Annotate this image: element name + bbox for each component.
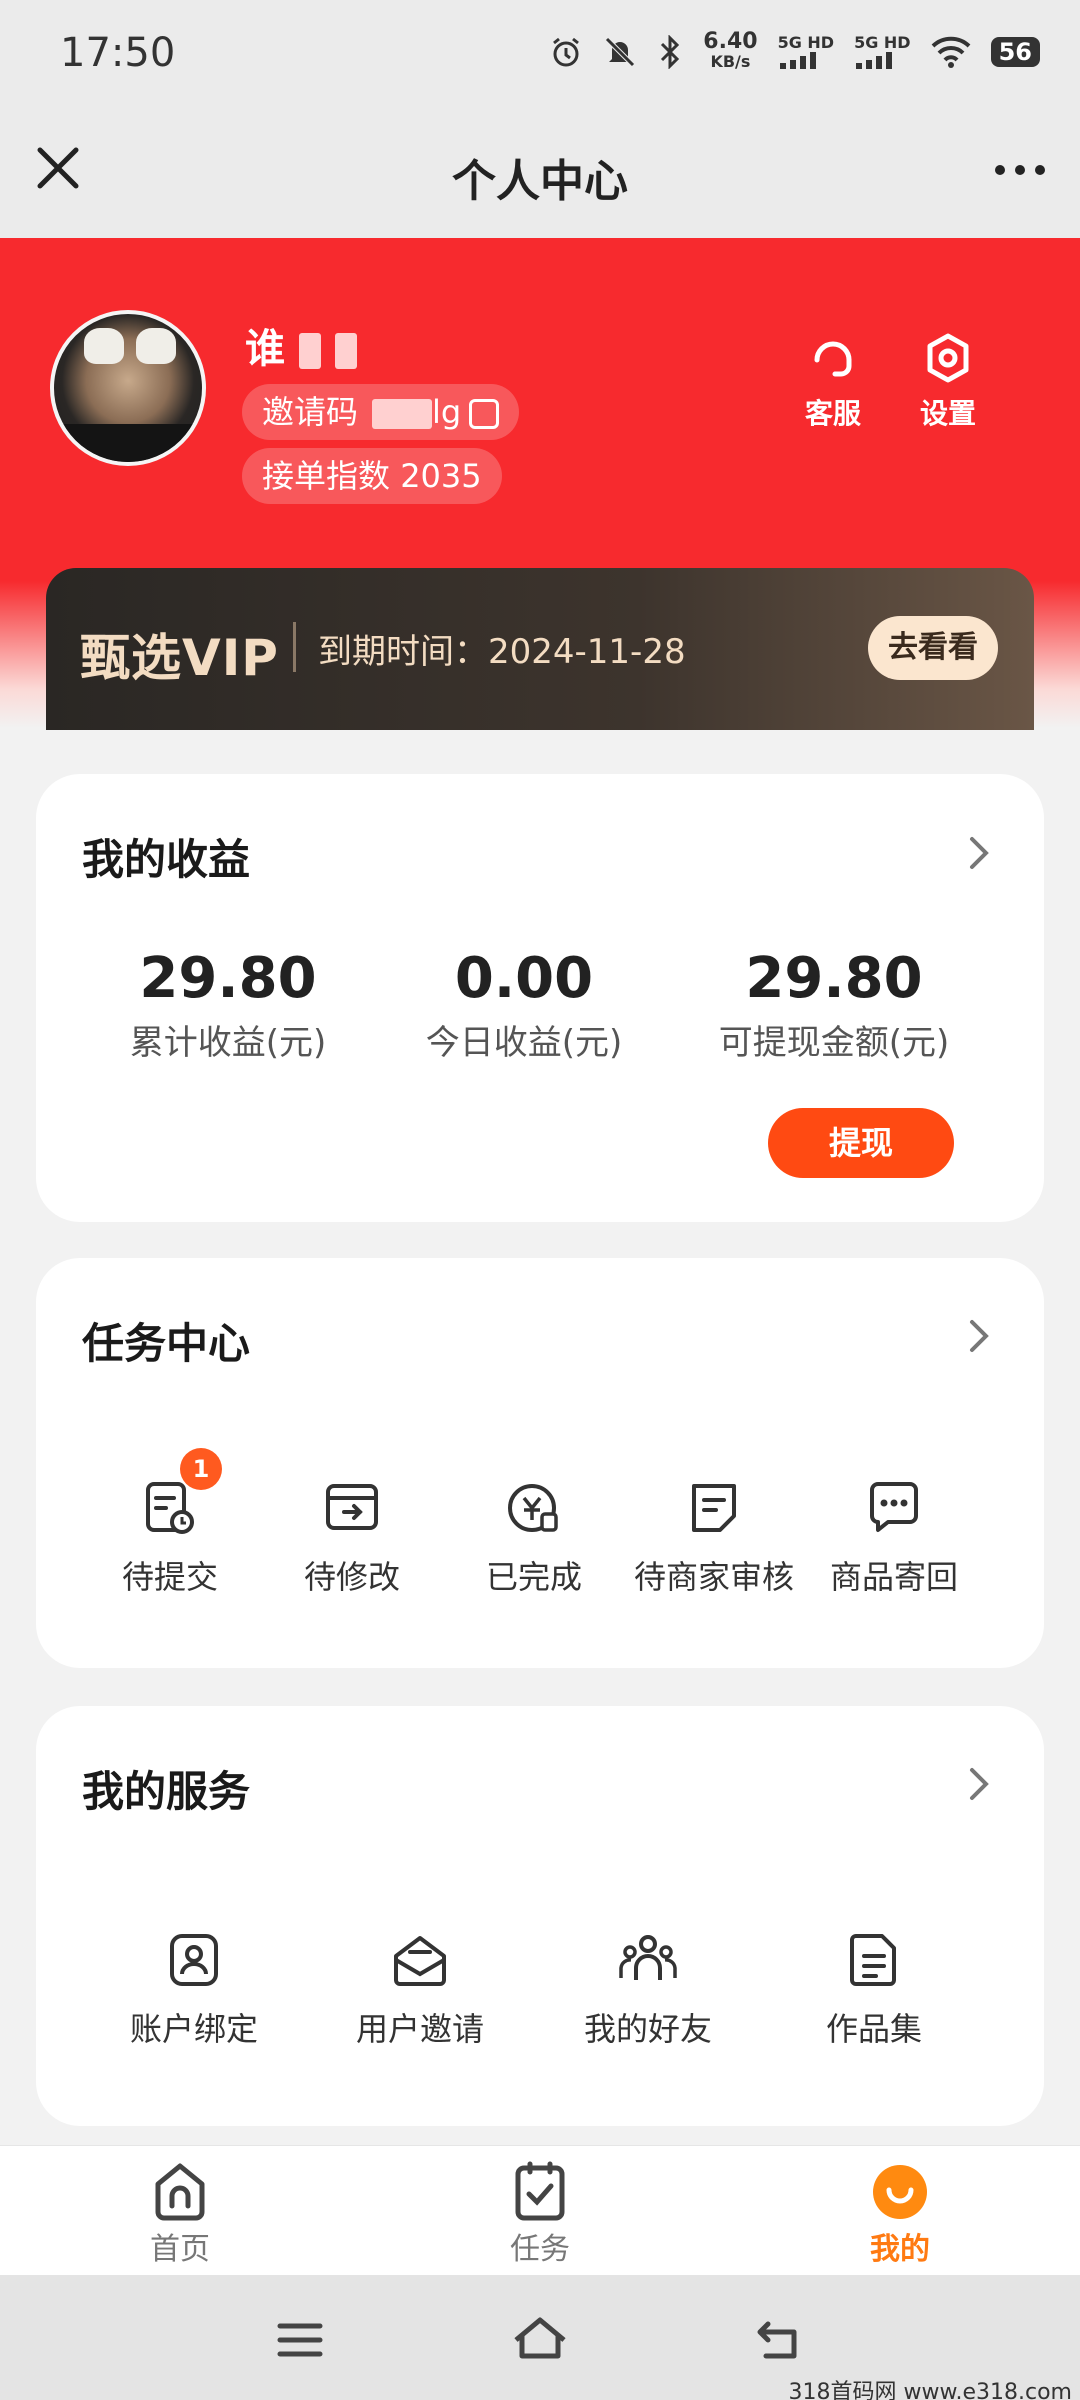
page-title: 个人中心 — [452, 156, 628, 207]
copy-icon[interactable] — [469, 399, 500, 429]
task-icon — [515, 2161, 565, 2221]
nav-task[interactable]: 任务 — [440, 2160, 640, 2268]
stat-withdrawable: 29.80 可提现金额(元) — [718, 946, 950, 1063]
avatar-hat — [136, 328, 176, 364]
return-goods-icon — [870, 1482, 918, 1532]
menu-icon[interactable] — [270, 2310, 330, 2370]
task-pending-edit[interactable]: 待修改 — [262, 1478, 442, 1598]
task-merchant-review[interactable]: 待商家审核 — [624, 1478, 804, 1598]
services-title: 我的服务 — [82, 1767, 251, 1816]
more-icon[interactable] — [990, 150, 1050, 190]
invite-code[interactable]: 邀请码 lg — [242, 384, 520, 440]
service-account-bind[interactable]: 账户绑定 — [104, 1930, 284, 2050]
watermark: 318首码网 www.e318.com — [788, 2380, 1072, 2400]
friends-icon — [619, 1935, 677, 1980]
merchant-review-icon — [692, 1484, 736, 1532]
status-icons: 6.40 KB/s 5G HD 5G HD 56 — [549, 29, 1040, 72]
vip-view-button[interactable]: 去看看 — [868, 616, 998, 680]
settings-button[interactable]: 设置 — [908, 330, 988, 432]
completed-icon — [508, 1484, 558, 1532]
nav-home[interactable]: 首页 — [80, 2160, 280, 2268]
order-score: 接单指数 2035 — [242, 448, 502, 504]
customer-service-button[interactable]: 客服 — [793, 330, 873, 432]
avatar-hat — [84, 328, 124, 364]
task-pending-submit[interactable]: 待提交 — [80, 1478, 260, 1598]
wifi-icon — [931, 36, 970, 68]
stat-total: 29.80 累计收益(元) — [129, 946, 327, 1063]
task-count-badge: 1 — [180, 1448, 222, 1490]
vip-divider — [293, 622, 296, 672]
redacted-mark — [299, 333, 321, 369]
back-icon[interactable] — [750, 2310, 810, 2370]
gear-icon — [927, 333, 969, 383]
task-center-title: 任务中心 — [82, 1319, 251, 1368]
service-friends[interactable]: 我的好友 — [558, 1930, 738, 2050]
home-system-icon[interactable] — [510, 2310, 570, 2370]
signal-sim2: 5G HD — [854, 35, 911, 69]
alarm-icon — [553, 37, 580, 67]
redacted-mark — [372, 399, 433, 429]
earnings-title: 我的收益 — [82, 835, 251, 884]
stat-today: 0.00 今日收益(元) — [425, 946, 623, 1063]
bluetooth-icon — [661, 35, 680, 69]
account-bind-icon — [170, 1934, 218, 1986]
profile-icon — [873, 2165, 927, 2219]
service-portfolio[interactable]: 作品集 — [784, 1930, 964, 2050]
portfolio-icon — [850, 1934, 896, 1986]
task-return-goods[interactable]: 商品寄回 — [804, 1478, 984, 1598]
home-icon — [155, 2163, 205, 2221]
status-time: 17:50 — [60, 30, 176, 76]
avatar[interactable] — [50, 310, 206, 466]
chevron-right-icon[interactable] — [964, 833, 994, 873]
chevron-right-icon[interactable] — [964, 1316, 994, 1356]
pending-edit-icon — [326, 1484, 378, 1530]
chevron-right-icon[interactable] — [964, 1764, 994, 1804]
service-user-invite[interactable]: 用户邀请 — [330, 1930, 510, 2050]
signal-sim1: 5G HD — [778, 35, 834, 69]
username: 谁 — [245, 316, 357, 374]
battery-indicator: 56 — [990, 37, 1040, 67]
task-completed[interactable]: 已完成 — [444, 1478, 624, 1598]
avatar-body — [54, 424, 202, 462]
nav-profile[interactable]: 我的 — [800, 2160, 1000, 2268]
mute-icon — [605, 37, 636, 67]
redacted-mark — [335, 333, 357, 369]
headset-icon — [814, 341, 852, 377]
vip-expiry: 到期时间：2024-11-28 — [318, 632, 686, 672]
vip-name: 甄选VIP — [80, 629, 279, 687]
net-speed: 6.40 KB/s — [703, 29, 758, 72]
withdraw-button[interactable]: 提现 — [768, 1108, 954, 1178]
user-invite-icon — [394, 1936, 446, 1986]
